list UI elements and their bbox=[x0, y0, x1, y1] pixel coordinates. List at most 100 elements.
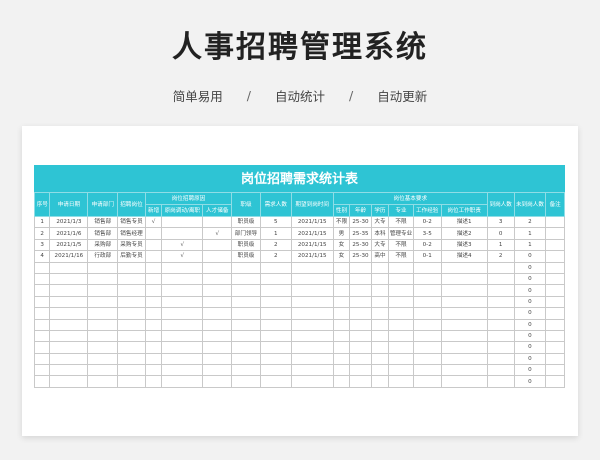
major-cell[interactable]: 不限 bbox=[388, 215, 414, 229]
reason-reserve-cell[interactable]: √ bbox=[202, 227, 233, 240]
expected-date-cell[interactable] bbox=[290, 341, 334, 354]
reason-transfer-cell[interactable] bbox=[161, 295, 204, 309]
not-arrived-cell[interactable]: 0 bbox=[513, 364, 547, 377]
not-arrived-cell[interactable]: 1 bbox=[513, 238, 547, 252]
apply-date-cell[interactable] bbox=[49, 318, 89, 331]
position-cell[interactable] bbox=[117, 364, 146, 377]
apply-dept-cell[interactable]: 销售部 bbox=[87, 215, 119, 229]
rank-cell[interactable] bbox=[231, 375, 261, 388]
arrived-cell[interactable]: 1 bbox=[486, 238, 515, 252]
job-desc-cell[interactable] bbox=[440, 329, 488, 343]
apply-date-cell[interactable] bbox=[49, 295, 89, 309]
job-desc-cell[interactable]: 描述3 bbox=[440, 238, 488, 252]
major-cell[interactable]: 不限 bbox=[388, 238, 414, 252]
apply-dept-cell[interactable] bbox=[87, 284, 119, 297]
apply-date-cell[interactable] bbox=[49, 284, 89, 297]
reason-new-cell[interactable] bbox=[144, 329, 163, 343]
major-cell[interactable] bbox=[388, 261, 414, 274]
not-arrived-cell[interactable]: 0 bbox=[513, 341, 547, 354]
job-desc-cell[interactable] bbox=[440, 307, 488, 320]
arrived-cell[interactable] bbox=[486, 284, 515, 297]
experience-cell[interactable]: 0-1 bbox=[412, 250, 442, 263]
apply-date-cell[interactable]: 2021/1/3 bbox=[49, 215, 89, 229]
gender-cell[interactable] bbox=[332, 318, 351, 331]
reason-new-cell[interactable]: √ bbox=[144, 215, 163, 229]
not-arrived-cell[interactable]: 0 bbox=[513, 250, 547, 263]
gender-cell[interactable] bbox=[332, 307, 351, 320]
arrived-cell[interactable]: 3 bbox=[486, 215, 515, 229]
rank-cell[interactable] bbox=[231, 284, 261, 297]
age-cell[interactable]: 25-30 bbox=[349, 250, 372, 263]
gender-cell[interactable] bbox=[332, 375, 351, 388]
rank-cell[interactable] bbox=[231, 341, 261, 354]
rank-cell[interactable] bbox=[231, 307, 261, 320]
position-cell[interactable] bbox=[117, 295, 146, 309]
job-desc-cell[interactable] bbox=[440, 261, 488, 274]
gender-cell[interactable] bbox=[332, 364, 351, 377]
apply-dept-cell[interactable] bbox=[87, 307, 119, 320]
position-cell[interactable] bbox=[117, 329, 146, 343]
experience-cell[interactable] bbox=[412, 341, 442, 354]
remark-cell[interactable] bbox=[545, 318, 565, 331]
headcount-cell[interactable]: 2 bbox=[259, 250, 292, 263]
position-cell[interactable] bbox=[117, 341, 146, 354]
reason-transfer-cell[interactable] bbox=[161, 272, 204, 286]
reason-transfer-cell[interactable] bbox=[161, 364, 204, 377]
seq-cell[interactable] bbox=[33, 307, 51, 320]
expected-date-cell[interactable] bbox=[290, 375, 334, 388]
reason-transfer-cell[interactable] bbox=[161, 375, 204, 388]
headcount-cell[interactable] bbox=[259, 329, 292, 343]
major-cell[interactable] bbox=[388, 329, 414, 343]
reason-transfer-cell[interactable] bbox=[161, 329, 204, 343]
arrived-cell[interactable]: 2 bbox=[486, 250, 515, 263]
seq-cell[interactable] bbox=[33, 341, 51, 354]
gender-cell[interactable]: 男 bbox=[332, 227, 351, 240]
expected-date-cell[interactable] bbox=[290, 364, 334, 377]
reason-reserve-cell[interactable] bbox=[202, 215, 233, 229]
rank-cell[interactable] bbox=[231, 318, 261, 331]
job-desc-cell[interactable] bbox=[440, 375, 488, 388]
seq-cell[interactable] bbox=[33, 284, 51, 297]
seq-cell[interactable]: 4 bbox=[33, 250, 51, 263]
not-arrived-cell[interactable]: 0 bbox=[513, 284, 547, 297]
job-desc-cell[interactable] bbox=[440, 284, 488, 297]
remark-cell[interactable] bbox=[545, 341, 565, 354]
headcount-cell[interactable] bbox=[259, 284, 292, 297]
not-arrived-cell[interactable]: 0 bbox=[513, 272, 547, 286]
headcount-cell[interactable] bbox=[259, 341, 292, 354]
headcount-cell[interactable]: 5 bbox=[259, 215, 292, 229]
apply-date-cell[interactable] bbox=[49, 375, 89, 388]
expected-date-cell[interactable] bbox=[290, 352, 334, 366]
gender-cell[interactable]: 女 bbox=[332, 238, 351, 252]
major-cell[interactable] bbox=[388, 364, 414, 377]
apply-date-cell[interactable]: 2021/1/6 bbox=[49, 227, 89, 240]
seq-cell[interactable] bbox=[33, 364, 51, 377]
remark-cell[interactable] bbox=[545, 250, 565, 263]
apply-dept-cell[interactable] bbox=[87, 295, 119, 309]
education-cell[interactable] bbox=[370, 375, 390, 388]
apply-date-cell[interactable]: 2021/1/5 bbox=[49, 238, 89, 252]
seq-cell[interactable] bbox=[33, 318, 51, 331]
reason-transfer-cell[interactable] bbox=[161, 261, 204, 274]
expected-date-cell[interactable] bbox=[290, 295, 334, 309]
education-cell[interactable] bbox=[370, 352, 390, 366]
apply-dept-cell[interactable] bbox=[87, 318, 119, 331]
reason-new-cell[interactable] bbox=[144, 238, 163, 252]
arrived-cell[interactable] bbox=[486, 375, 515, 388]
gender-cell[interactable] bbox=[332, 352, 351, 366]
education-cell[interactable]: 高中 bbox=[370, 250, 390, 263]
headcount-cell[interactable] bbox=[259, 364, 292, 377]
apply-dept-cell[interactable]: 销售部 bbox=[87, 227, 119, 240]
experience-cell[interactable]: 0-2 bbox=[412, 238, 442, 252]
rank-cell[interactable]: 职员级 bbox=[231, 250, 261, 263]
rank-cell[interactable] bbox=[231, 352, 261, 366]
reason-new-cell[interactable] bbox=[144, 307, 163, 320]
arrived-cell[interactable] bbox=[486, 329, 515, 343]
reason-transfer-cell[interactable] bbox=[161, 284, 204, 297]
expected-date-cell[interactable] bbox=[290, 284, 334, 297]
education-cell[interactable] bbox=[370, 318, 390, 331]
apply-date-cell[interactable] bbox=[49, 352, 89, 366]
position-cell[interactable] bbox=[117, 272, 146, 286]
arrived-cell[interactable] bbox=[486, 352, 515, 366]
headcount-cell[interactable] bbox=[259, 261, 292, 274]
